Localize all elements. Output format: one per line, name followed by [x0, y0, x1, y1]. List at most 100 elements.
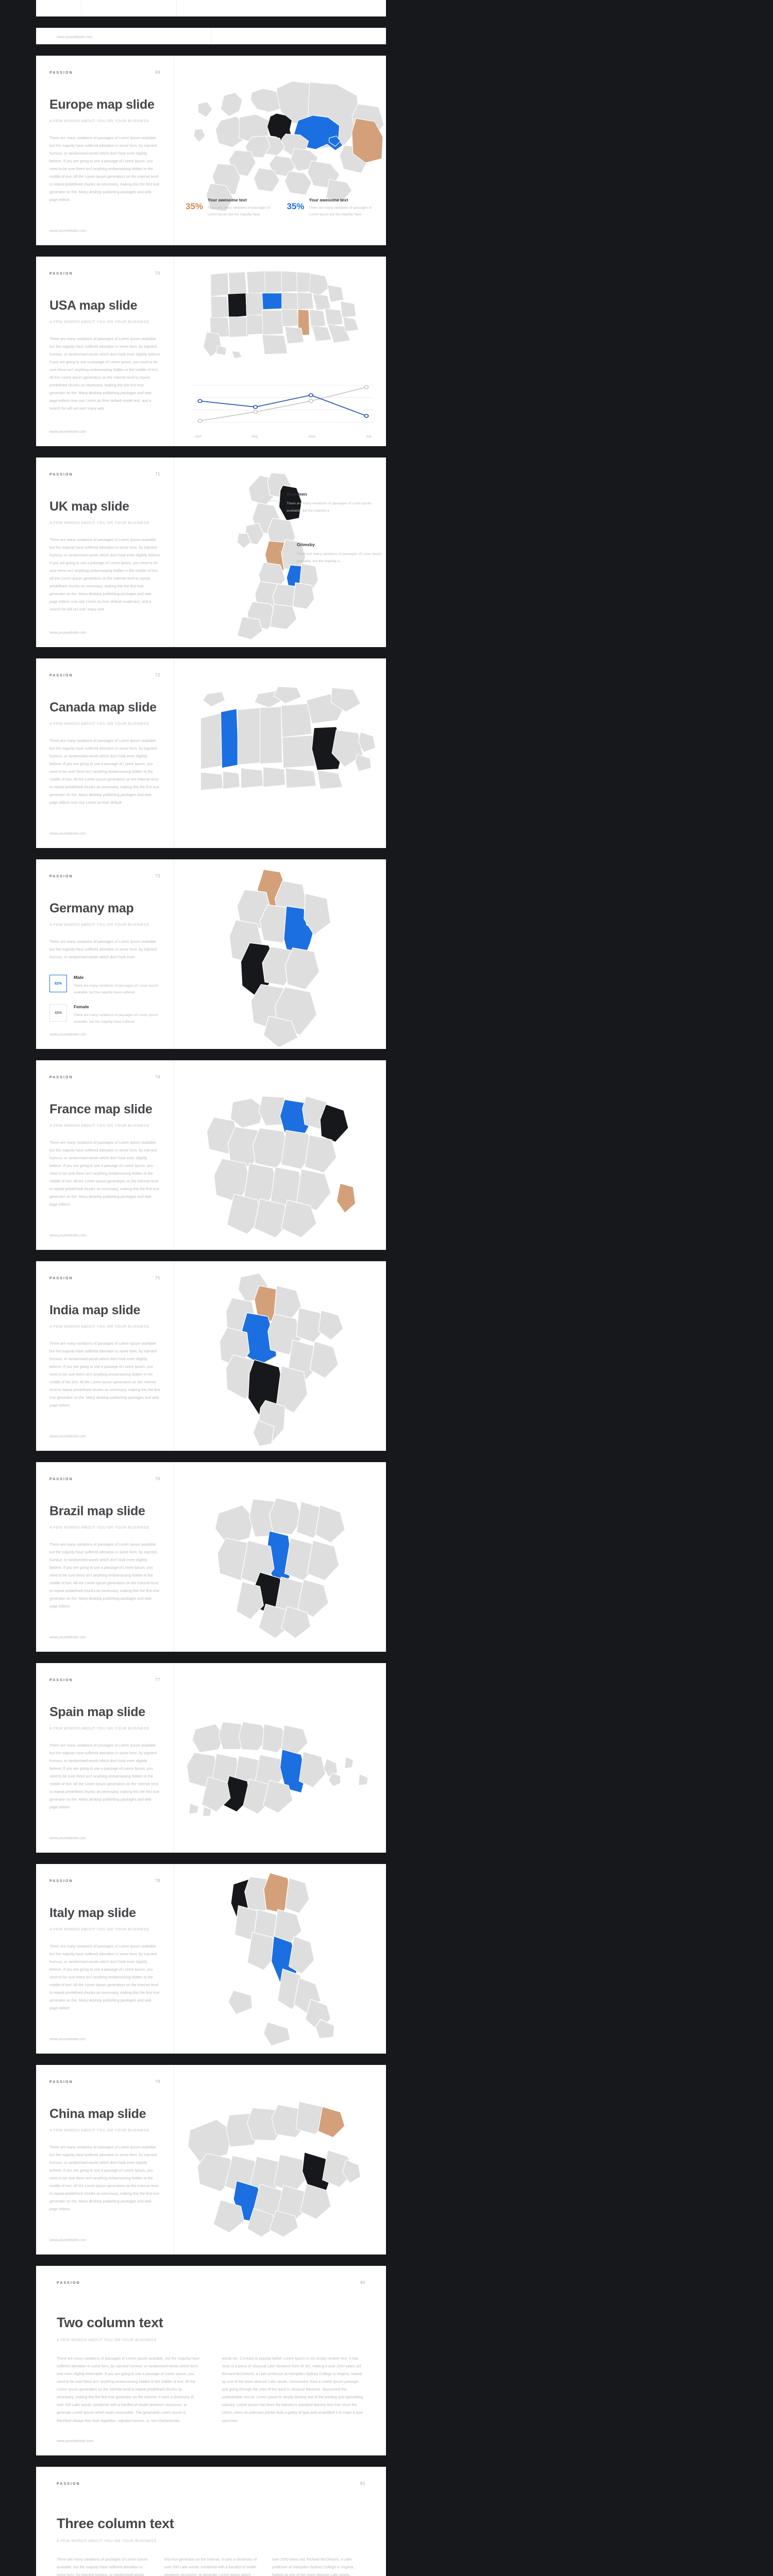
- website-link[interactable]: www.yourwebsite.com: [49, 831, 86, 836]
- body-text: There are many variations of passages of…: [49, 537, 160, 612]
- website-link[interactable]: www.yourwebsite.com: [57, 2438, 93, 2443]
- column-3: over 2000 years old. Richard McClintock,…: [272, 2556, 355, 2576]
- slide-india-map[interactable]: PASSION 75 India map slide A FEW WORDS A…: [36, 1261, 386, 1451]
- page-title: China map slide: [49, 2107, 146, 2121]
- website-link[interactable]: www.yourwebsite.com: [49, 1434, 86, 1438]
- body-text: There are many variations of passages of…: [49, 135, 160, 202]
- slide-three-column-text[interactable]: PASSION 81 Three column text A FEW WORDS…: [36, 2467, 386, 2576]
- legend-item-female[interactable]: 43% Female There are many variations of …: [49, 1004, 160, 1025]
- slide-france-map[interactable]: PASSION 74 France map slide A FEW WORDS …: [36, 1060, 386, 1250]
- brand-label: PASSION: [49, 1478, 73, 1481]
- page-number: 79: [155, 2079, 160, 2084]
- page-title: USA map slide: [49, 298, 138, 313]
- callout-title: Aberdeen: [287, 492, 307, 497]
- slide-europe-map[interactable]: PASSION 69 Europe map slide A FEW WORDS …: [36, 56, 386, 245]
- usa-line-chart[interactable]: April May June July: [193, 381, 374, 438]
- slide-germany-map[interactable]: PASSION 73 Germany map A FEW WORDS ABOUT…: [36, 859, 386, 1049]
- page-title: France map slide: [49, 1102, 153, 1116]
- body-text: There are many variations of passages of…: [49, 939, 157, 960]
- germany-map[interactable]: [214, 859, 346, 1049]
- stat-value: 35%: [186, 201, 204, 212]
- slide-clipped-right[interactable]: www.yourwebsite.com: [36, 28, 386, 44]
- france-map[interactable]: [197, 1060, 363, 1250]
- callout-grimsby: Grimsby There are many variations of pas…: [279, 542, 383, 565]
- column-2: first true generator on the Internet. It…: [164, 2556, 257, 2576]
- website-link[interactable]: www.yourwebsite.com: [49, 228, 86, 233]
- slide-spain-map[interactable]: PASSION 77 Spain map slide A FEW WORDS A…: [36, 1663, 386, 1853]
- slide-header: PASSION 71: [49, 472, 160, 477]
- italy-map[interactable]: [210, 1864, 350, 2054]
- india-map[interactable]: [206, 1261, 355, 1451]
- brand-label: PASSION: [49, 473, 73, 477]
- usa-map[interactable]: [174, 264, 386, 362]
- page-title: India map slide: [49, 1303, 141, 1317]
- callout-connector: [279, 551, 291, 552]
- x-tick-label: June: [308, 435, 315, 438]
- slide-china-map[interactable]: PASSION 79 China map slide A FEW WORDS A…: [36, 2065, 386, 2255]
- china-map[interactable]: [174, 2065, 386, 2255]
- slide-text-pane: PASSION 74 France map slide A FEW WORDS …: [36, 1060, 174, 1250]
- page-title: Germany map: [49, 901, 134, 916]
- body-text: There are many variations of passages of…: [49, 2145, 160, 2211]
- website-link[interactable]: www.yourwebsite.com: [49, 1836, 86, 1840]
- slide-two-column-text[interactable]: PASSION 80 Two column text A FEW WORDS A…: [36, 2266, 386, 2455]
- website-link[interactable]: www.yourwebsite.com: [49, 429, 86, 434]
- legend-item-male[interactable]: 82% Male There are many variations of pa…: [49, 975, 160, 996]
- slide-text-pane: PASSION 77 Spain map slide A FEW WORDS A…: [36, 1663, 174, 1853]
- slide-uk-map[interactable]: PASSION 71 UK map slide A FEW WORDS ABOU…: [36, 457, 386, 647]
- brand-label: PASSION: [49, 71, 73, 75]
- slide-map-pane: April May June July: [174, 257, 386, 446]
- stat-title: Your awesome text: [309, 197, 348, 203]
- legend-description: There are many variations of passages of…: [74, 984, 158, 995]
- brazil-map[interactable]: [197, 1462, 363, 1652]
- slide-header: PASSION 78: [49, 1878, 160, 1883]
- slide-map-pane: [174, 1060, 386, 1250]
- slide-clipped-left[interactable]: [36, 0, 386, 16]
- slide-map-pane: [174, 658, 386, 848]
- slide-italy-map[interactable]: PASSION 78 Italy map slide A FEW WORDS A…: [36, 1864, 386, 2054]
- slide-canada-map[interactable]: PASSION 72 Canada map slide A FEW WORDS …: [36, 658, 386, 848]
- website-link[interactable]: www.yourwebsite.com: [49, 1635, 86, 1639]
- spain-map[interactable]: [174, 1663, 386, 1853]
- website-link[interactable]: www.yourwebsite.com: [49, 2037, 86, 2041]
- page-number: 78: [155, 1878, 160, 1883]
- page-number: 81: [360, 2481, 365, 2486]
- website-link[interactable]: www.yourwebsite.com: [49, 630, 86, 635]
- slide-header: PASSION 81: [57, 2481, 365, 2486]
- slide-header: PASSION 70: [49, 271, 160, 276]
- website-link[interactable]: www.yourwebsite.com: [49, 2238, 86, 2242]
- slide-header: PASSION 80: [57, 2280, 365, 2285]
- callout-aberdeen: Aberdeen There are many variations of pa…: [269, 492, 373, 514]
- website-link[interactable]: www.yourwebsite.com: [49, 1032, 86, 1037]
- slide-text-pane: PASSION 79 China map slide A FEW WORDS A…: [36, 2065, 174, 2255]
- page-title: Europe map slide: [49, 97, 155, 112]
- legend-value-box: 82%: [49, 975, 67, 993]
- canada-map[interactable]: [174, 658, 386, 848]
- slide-brazil-map[interactable]: PASSION 76 Brazil map slide A FEW WORDS …: [36, 1462, 386, 1652]
- slide-usa-map[interactable]: PASSION 70 USA map slide A FEW WORDS ABO…: [36, 257, 386, 446]
- page-number: 80: [360, 2280, 365, 2285]
- x-tick-label: April: [195, 435, 201, 438]
- website-link[interactable]: www.yourwebsite.com: [57, 36, 92, 39]
- chart-gridlines: [193, 385, 374, 423]
- slide-map-pane: [174, 1261, 386, 1451]
- page-title: Italy map slide: [49, 1906, 136, 1920]
- slide-header: PASSION 76: [49, 1477, 160, 1481]
- slide-text-pane: PASSION 76 Brazil map slide A FEW WORDS …: [36, 1462, 174, 1652]
- brand-label: PASSION: [49, 1076, 73, 1079]
- slide-header: PASSION 69: [49, 70, 160, 75]
- slide-header: PASSION 75: [49, 1276, 160, 1280]
- page-title: Canada map slide: [49, 700, 157, 715]
- slides-grid: PASSION 69 Europe map slide A FEW WORDS …: [0, 44, 773, 2576]
- page-title: UK map slide: [49, 499, 129, 514]
- slide-map-pane: [174, 2065, 386, 2255]
- stat-description: There are many variations of passages of…: [309, 206, 372, 217]
- slide-text-pane: PASSION 73 Germany map A FEW WORDS ABOUT…: [36, 859, 174, 1049]
- brand-label: PASSION: [49, 272, 73, 276]
- website-link[interactable]: www.yourwebsite.com: [49, 1233, 86, 1238]
- slide-header: PASSION 77: [49, 1677, 160, 1682]
- page-subtitle: A FEW WORDS ABOUT YOU OR YOUR BUSINESS: [49, 1525, 149, 1530]
- page-number: 76: [155, 1477, 160, 1481]
- page-number: 74: [155, 1075, 160, 1079]
- page-subtitle: A FEW WORDS ABOUT YOU OR YOUR BUSINESS: [57, 2538, 157, 2543]
